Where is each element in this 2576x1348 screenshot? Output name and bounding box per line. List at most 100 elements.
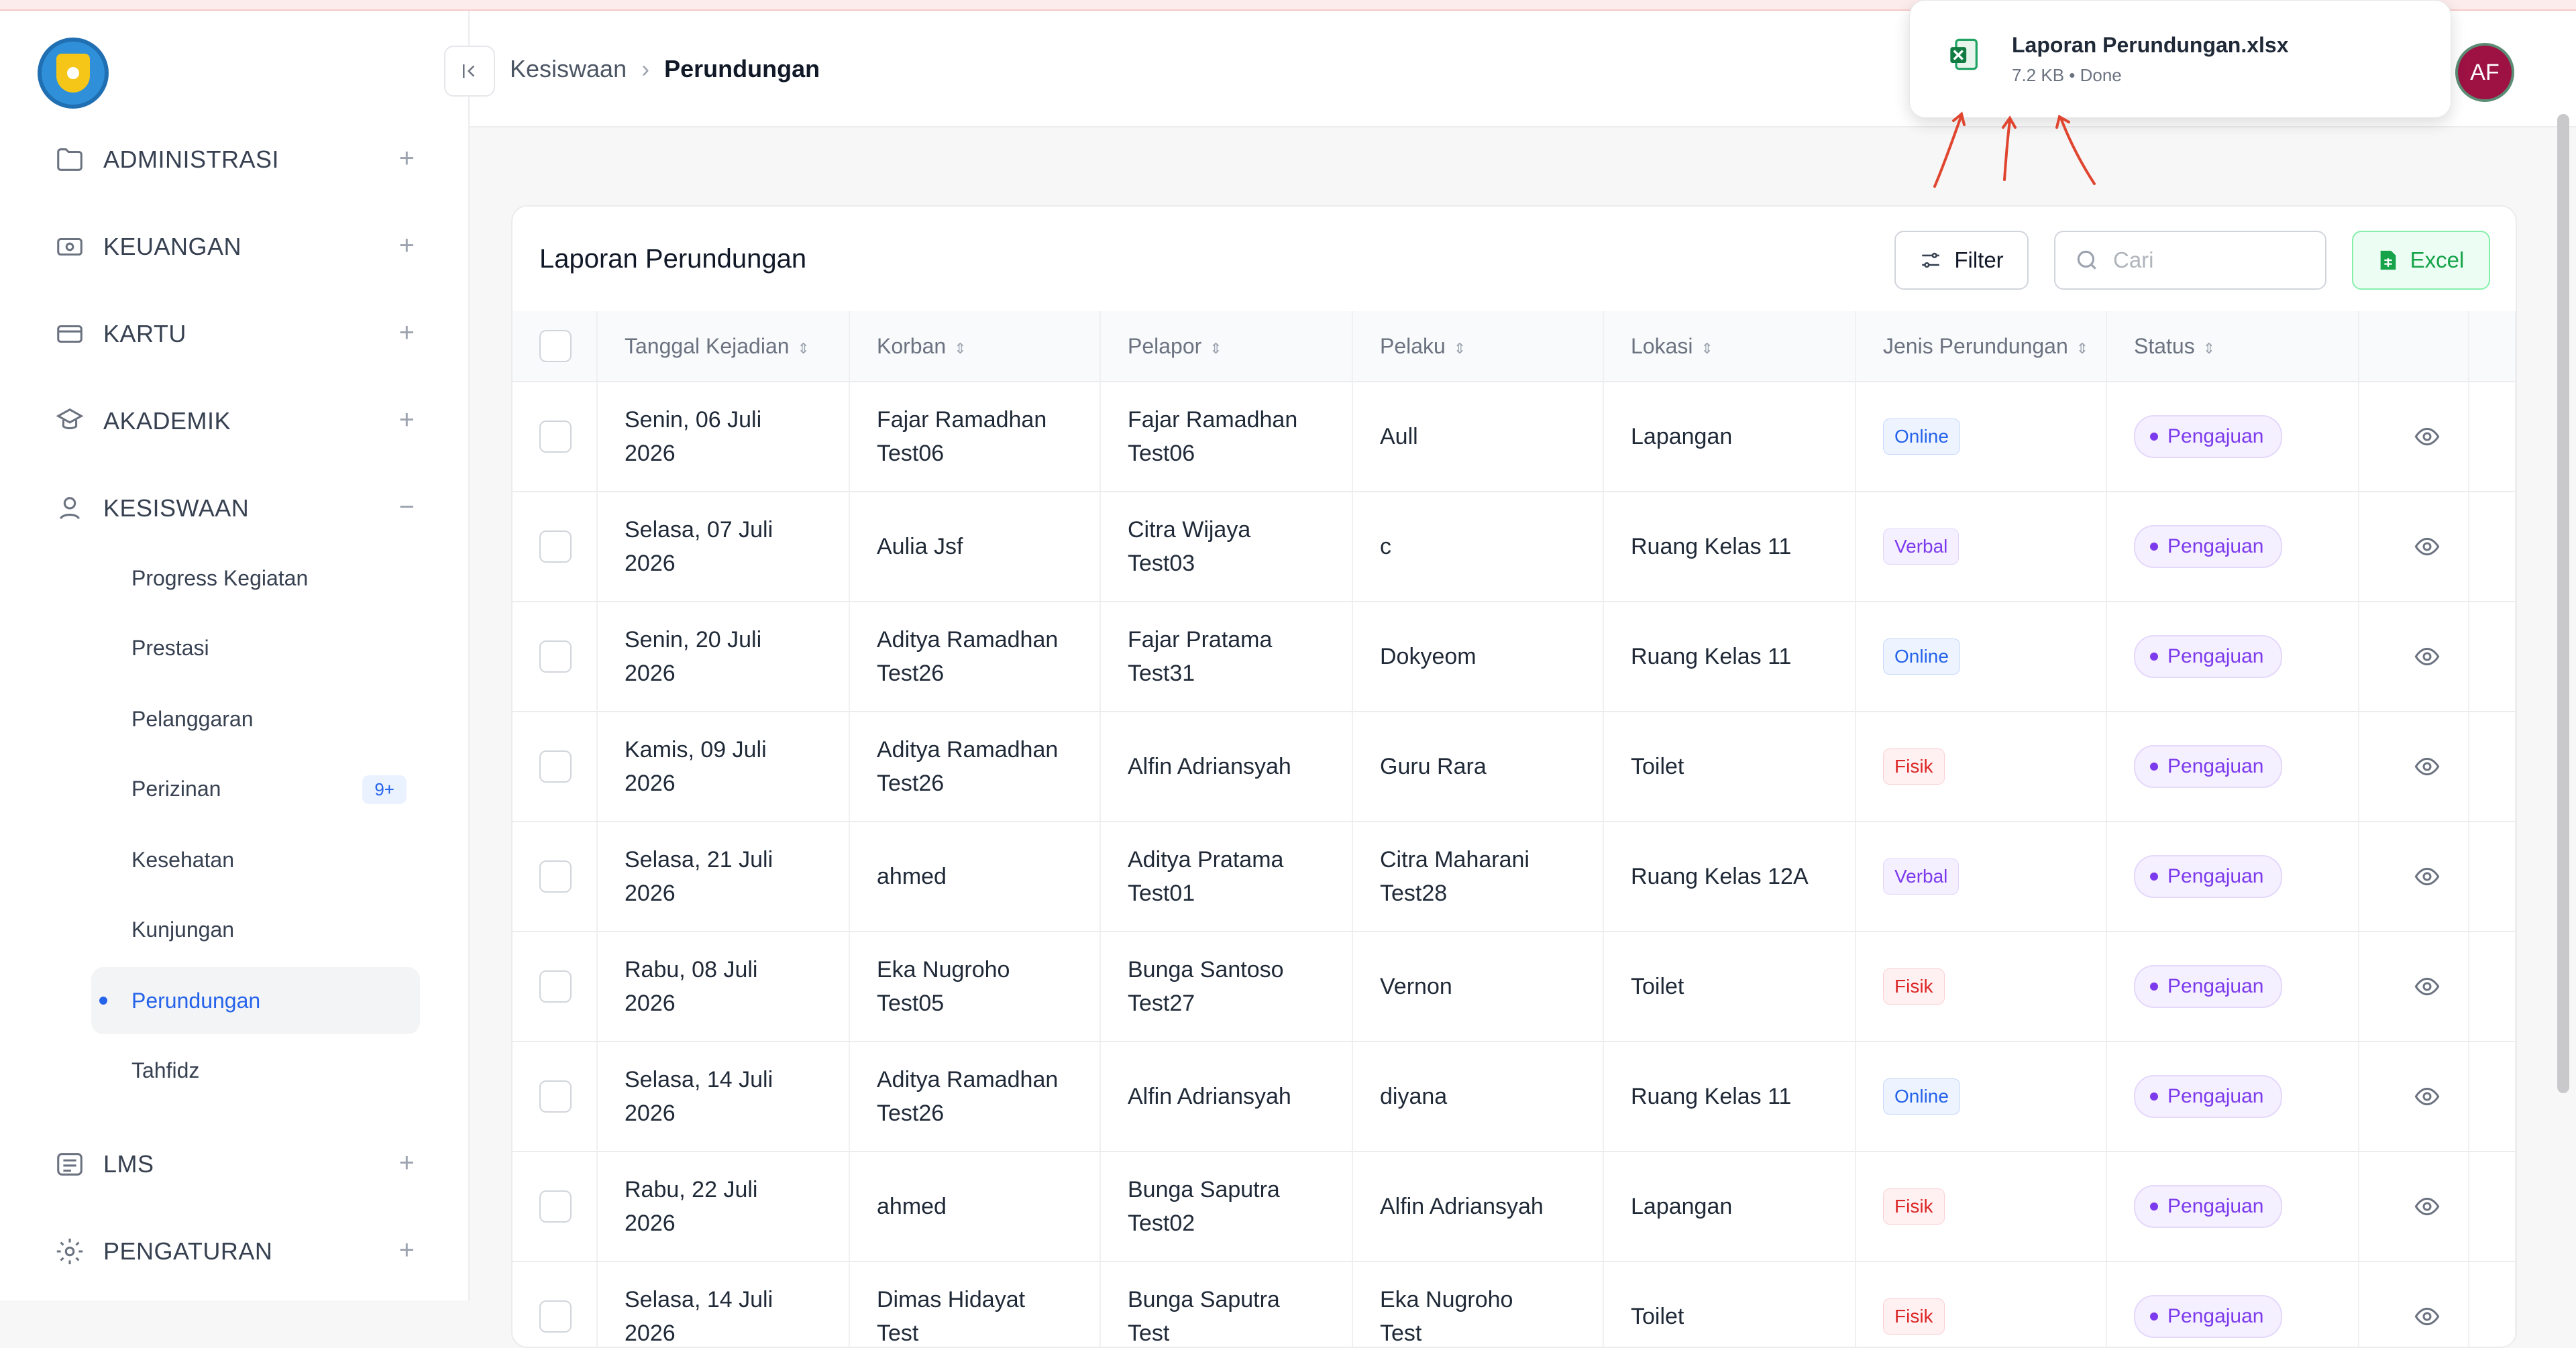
col-pelapor[interactable]: Pelapor ⇕	[1100, 311, 1353, 382]
status-label: Pengajuan	[2167, 1195, 2264, 1217]
eye-icon[interactable]	[2386, 423, 2467, 450]
tut-wuri-handayani-logo[interactable]	[38, 38, 109, 109]
sidebar-item-kartu[interactable]: KARTU +	[52, 314, 415, 354]
sidebar-subitem-label: Pelanggaran	[131, 706, 254, 731]
cell-line: Eka Nugroho	[1380, 1287, 1513, 1312]
sidebar-subitem-pelanggaran[interactable]: Pelanggaran	[91, 685, 420, 752]
sidebar-subitem-label: Prestasi	[131, 635, 209, 660]
sidebar-item-label: KARTU	[103, 320, 186, 347]
eye-icon[interactable]	[2386, 533, 2467, 560]
status-badge: Pengajuan	[2134, 965, 2283, 1008]
jenis-cell: Online	[1856, 1042, 2107, 1152]
row-checkbox[interactable]	[539, 420, 572, 453]
sidebar-item-administrasi[interactable]: ADMINISTRASI +	[52, 139, 415, 180]
sidebar-item-label: KESISWAAN	[103, 494, 250, 522]
cell-line: Selasa, 21 Juli	[625, 847, 773, 873]
row-checkbox[interactable]	[539, 1190, 572, 1223]
status-dot	[2150, 763, 2158, 771]
sidebar-subitem-perundungan[interactable]: Perundungan	[91, 967, 420, 1034]
sidebar-item-kesiswaan[interactable]: KESISWAAN −	[52, 488, 415, 528]
expand-icon[interactable]: +	[399, 405, 415, 435]
collapse-icon[interactable]: −	[399, 492, 415, 522]
pelapor-cell: Fajar Pratama Test31	[1100, 602, 1353, 712]
col-lokasi[interactable]: Lokasi ⇕	[1603, 311, 1856, 382]
table-row[interactable]: Rabu, 22 Juli 2026 ahmed Bunga Saputra Test0…	[513, 1152, 2516, 1262]
lokasi-cell: Ruang Kelas 12A	[1603, 822, 1856, 932]
expand-icon[interactable]: +	[399, 144, 415, 174]
table-row[interactable]: Selasa, 21 Juli 2026 ahmed Aditya Pratama Te…	[513, 822, 2516, 932]
select-cell	[513, 1261, 598, 1347]
eye-icon[interactable]	[2386, 1303, 2467, 1330]
row-checkbox[interactable]	[539, 1080, 572, 1113]
tanggal-cell: Rabu, 22 Juli 2026	[597, 1152, 850, 1262]
cell-line: Test26	[877, 771, 945, 796]
sidebar-subitem-progress-kegiatan[interactable]: Progress Kegiatan	[91, 545, 420, 612]
col-status[interactable]: Status ⇕	[2106, 311, 2359, 382]
col-pelaku[interactable]: Pelaku ⇕	[1352, 311, 1604, 382]
sidebar-subitem-tahfidz[interactable]: Tahfidz	[91, 1037, 420, 1104]
table-row[interactable]: Selasa, 14 Juli 2026 Aditya Ramadhan Test26…	[513, 1042, 2516, 1152]
col-korban[interactable]: Korban ⇕	[849, 311, 1101, 382]
expand-icon[interactable]: +	[399, 318, 415, 348]
expand-icon[interactable]: +	[399, 231, 415, 261]
sidebar-subitem-prestasi[interactable]: Prestasi	[91, 614, 420, 681]
sidebar-item-keuangan[interactable]: KEUANGAN +	[52, 227, 415, 267]
table-row[interactable]: Kamis, 09 Juli 2026 Aditya Ramadhan Test26 A…	[513, 712, 2516, 822]
sidebar-item-lms[interactable]: LMS +	[52, 1144, 415, 1184]
table-row[interactable]: Rabu, 08 Juli 2026 Eka Nugroho Test05 Bunga …	[513, 932, 2516, 1042]
cell-line: Test	[877, 1321, 919, 1346]
sidebar-item-pengaturan[interactable]: PENGATURAN +	[52, 1231, 415, 1272]
breadcrumb-kesiswaan[interactable]: Kesiswaan	[510, 55, 627, 83]
chevron-right-icon: ›	[641, 55, 650, 82]
sidebar-item-akademik[interactable]: AKADEMIK +	[52, 401, 415, 441]
sidebar-subitem-perizinan[interactable]: Perizinan 9+	[91, 755, 420, 822]
excel-export-button[interactable]: Excel	[2352, 231, 2490, 290]
search-box[interactable]	[2054, 231, 2326, 290]
download-meta: 7.2 KB • Done	[2012, 65, 2122, 85]
eye-icon[interactable]	[2386, 863, 2467, 890]
collapse-sidebar-button[interactable]	[444, 46, 495, 97]
search-input[interactable]	[2112, 247, 2302, 274]
eye-icon[interactable]	[2386, 643, 2467, 670]
pelaku-cell: Aull	[1352, 382, 1604, 492]
table-row[interactable]: Selasa, 07 Juli 2026 Aulia Jsf Citra Wijaya…	[513, 492, 2516, 602]
cell-line: Test28	[1380, 881, 1448, 906]
jenis-cell: Fisik	[1856, 1261, 2107, 1347]
eye-icon[interactable]	[2386, 973, 2467, 1000]
col-tanggal[interactable]: Tanggal Kejadian ⇕	[597, 311, 850, 382]
row-checkbox[interactable]	[539, 750, 572, 783]
sidebar-subitem-kunjungan[interactable]: Kunjungan	[91, 896, 420, 963]
page-scrollbar[interactable]	[2557, 114, 2569, 1093]
breadcrumb: Kesiswaan › Perundungan	[510, 55, 820, 83]
action-cell	[2359, 712, 2469, 822]
table-row[interactable]: Senin, 06 Juli 2026 Fajar Ramadhan Test06 Fa…	[513, 382, 2516, 492]
cell-line: Test26	[877, 1101, 945, 1126]
action-cell	[2359, 1152, 2469, 1262]
eye-icon[interactable]	[2386, 753, 2467, 780]
eye-icon[interactable]	[2386, 1083, 2467, 1110]
cell-line: 2026	[625, 881, 676, 906]
pelaku-cell: diyana	[1352, 1042, 1604, 1152]
row-checkbox[interactable]	[539, 1300, 572, 1333]
cell-line: 2026	[625, 991, 676, 1016]
select-all-checkbox[interactable]	[539, 330, 572, 362]
sidebar-subitem-kesehatan[interactable]: Kesehatan	[91, 826, 420, 893]
filter-button[interactable]: Filter	[1894, 231, 2029, 290]
table-row[interactable]: Selasa, 14 Juli 2026 Dimas Hidayat Test Bung…	[513, 1261, 2516, 1347]
status-label: Pengajuan	[2167, 975, 2264, 997]
row-checkbox[interactable]	[539, 640, 572, 673]
cell-line: Bunga Santoso	[1128, 957, 1284, 982]
table-row[interactable]: Senin, 20 Juli 2026 Aditya Ramadhan Test26 F…	[513, 602, 2516, 712]
row-checkbox[interactable]	[539, 860, 572, 893]
user-avatar[interactable]: AF	[2455, 43, 2514, 102]
jenis-cell: Verbal	[1856, 492, 2107, 602]
col-jenis[interactable]: Jenis Perundungan ⇕	[1856, 311, 2107, 382]
row-checkbox[interactable]	[539, 530, 572, 563]
download-filename[interactable]: Laporan Perundungan.xlsx	[2012, 33, 2289, 58]
eye-icon[interactable]	[2386, 1193, 2467, 1220]
expand-icon[interactable]: +	[399, 1148, 415, 1178]
expand-icon[interactable]: +	[399, 1235, 415, 1266]
card-title: Laporan Perundungan	[539, 244, 807, 274]
tanggal-cell: Senin, 06 Juli 2026	[597, 382, 850, 492]
row-checkbox[interactable]	[539, 970, 572, 1003]
